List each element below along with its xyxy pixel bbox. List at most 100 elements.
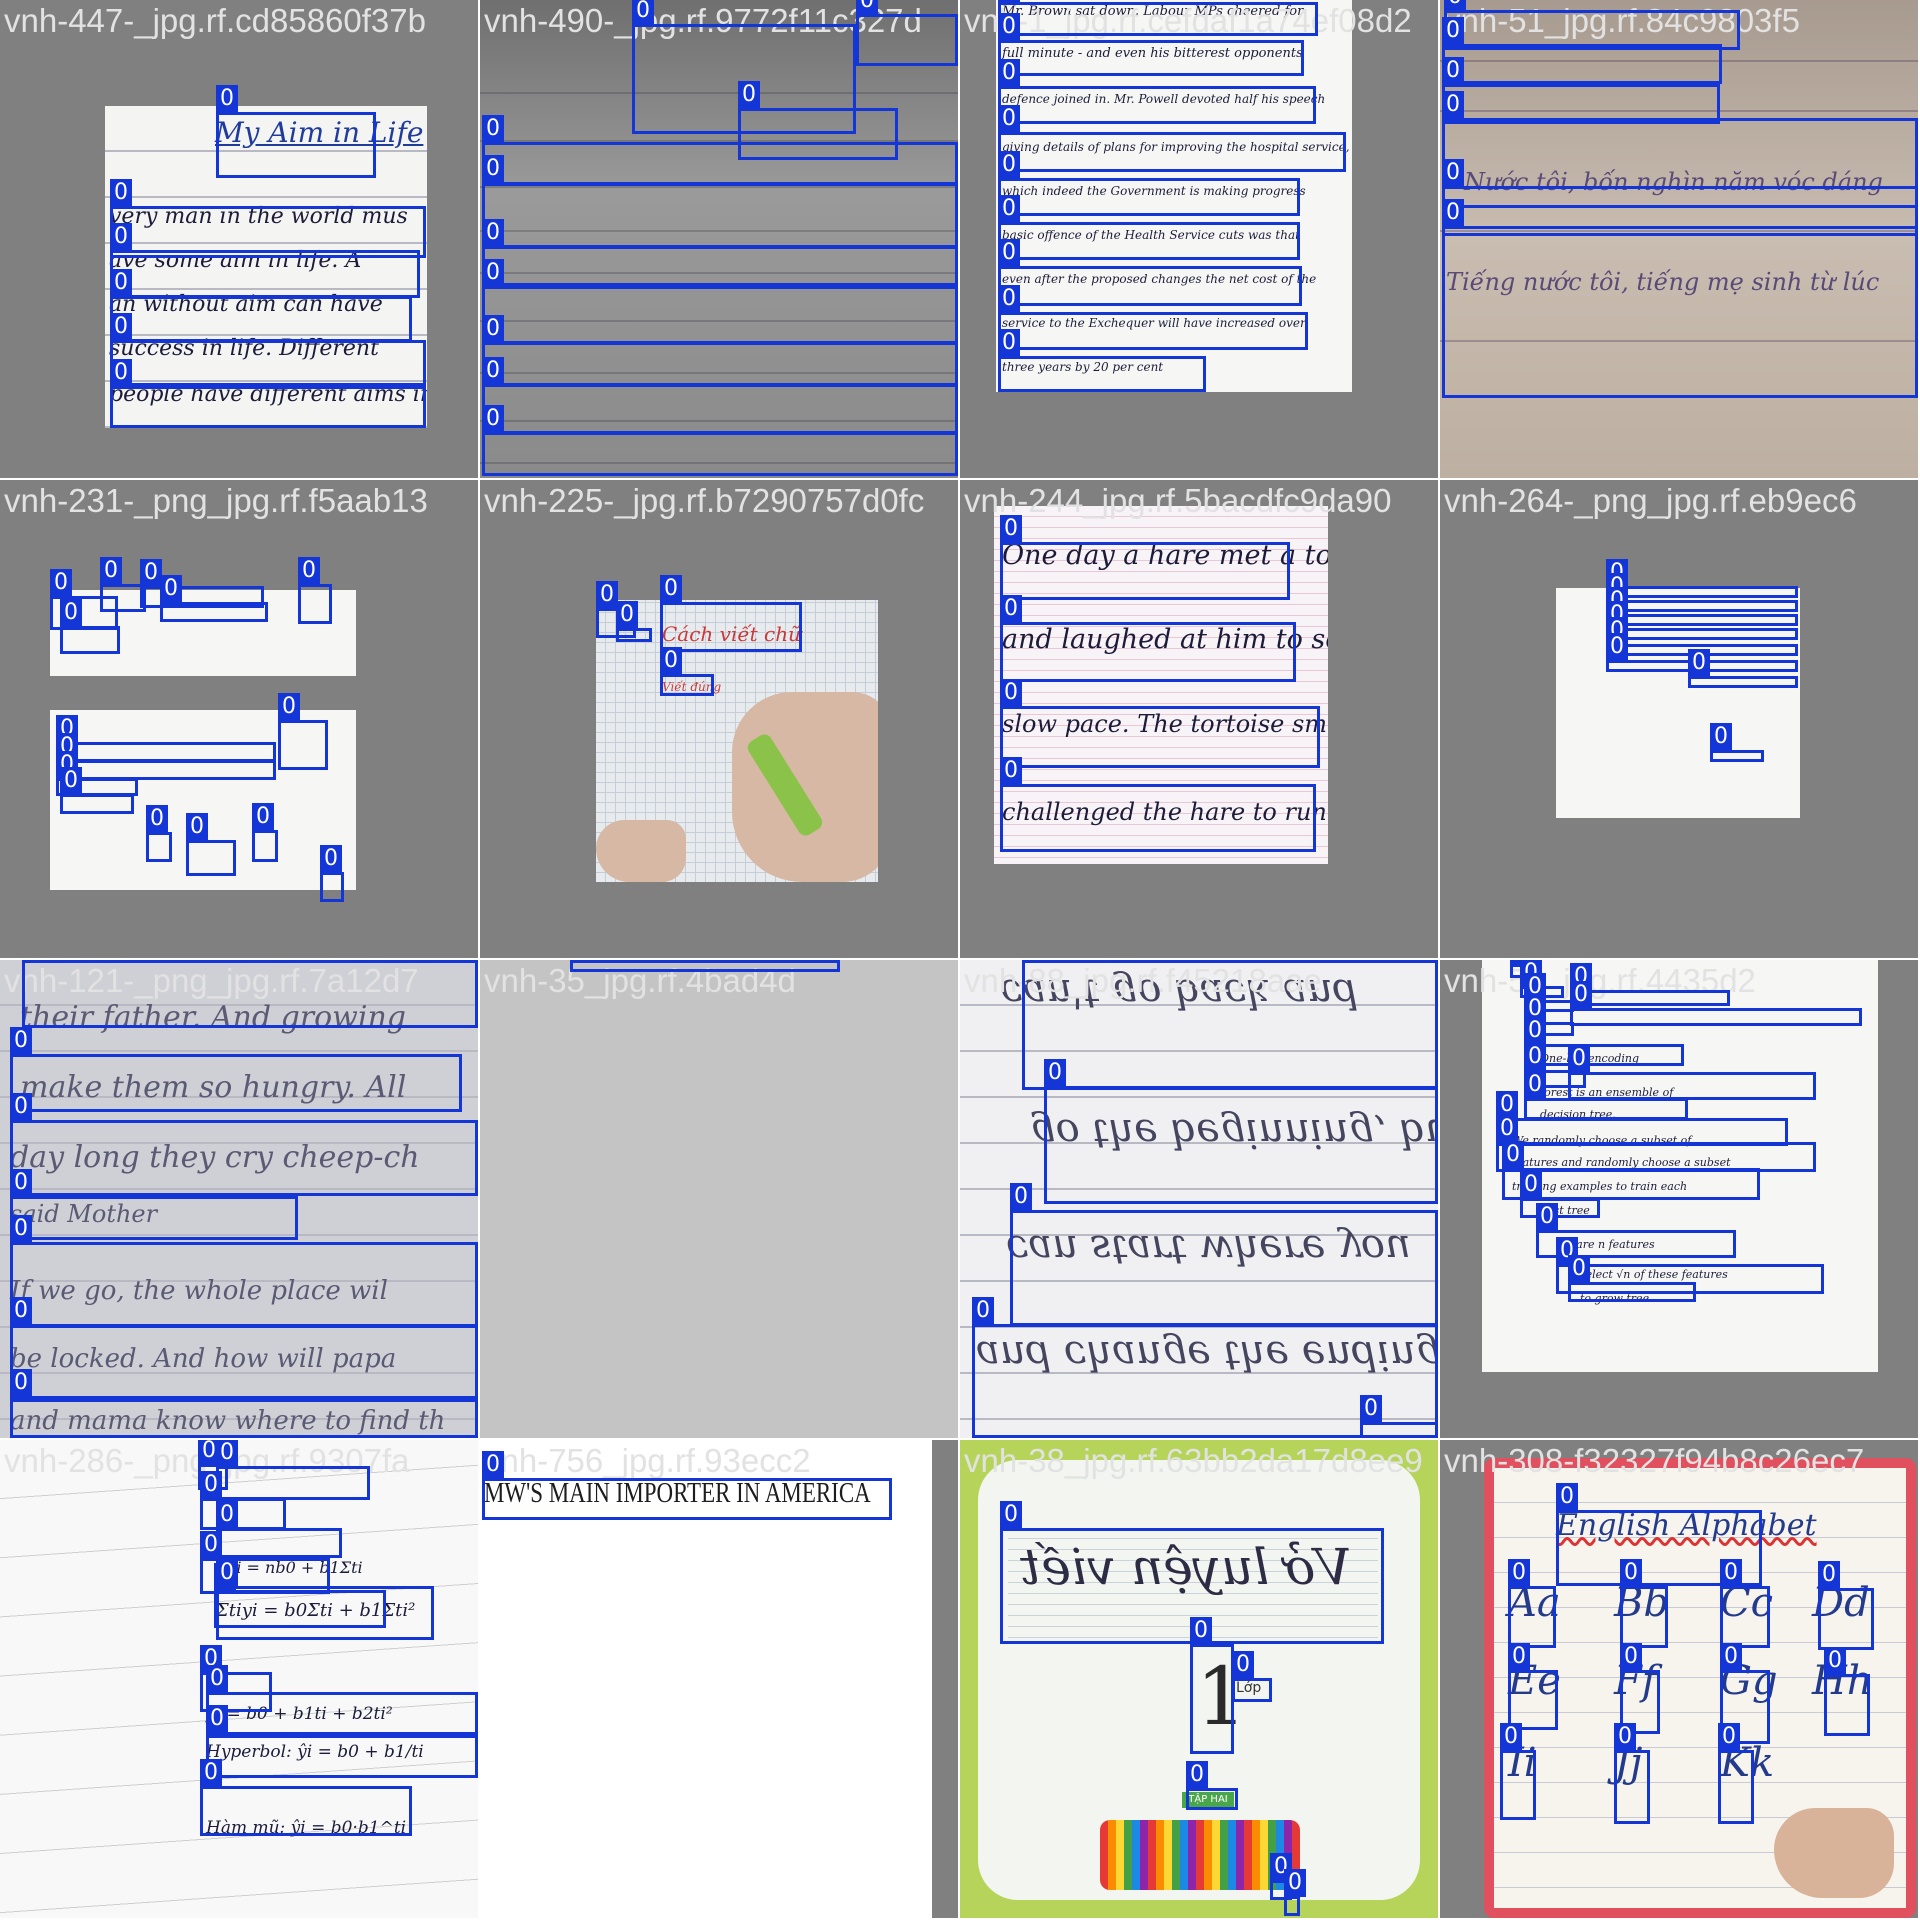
class-label: 0 [998,239,1020,267]
class-label: 0 [1718,1723,1740,1751]
class-label: 0 [1360,1395,1382,1423]
class-label: 0 [1442,91,1464,119]
class-label: 0 [100,557,122,585]
bounding-box: 0 [482,315,958,386]
bounding-box: 0 [10,1297,478,1402]
bounding-box: 0 [278,693,328,770]
class-label: 0 [660,647,682,675]
class-label: 0 [482,315,504,343]
bounding-box: 0 [1000,757,1316,852]
bounding-box: 0 [200,1759,412,1836]
bounding-box: 0 [10,1093,478,1196]
tile-filename: vnh-231-_png_jpg.rf.f5aab13 [4,482,428,519]
bounding-box: 0 [998,59,1316,124]
bounding-box: 0 [56,733,276,780]
class-label: 0 [1444,0,1466,11]
class-label: 0 [482,1451,504,1479]
class-label: 0 [1232,1651,1254,1679]
bounding-box: 0 [252,803,278,862]
tile-filename: vnh-308-f32327f94b8c26ec7 [1444,1442,1865,1479]
class-label: 0 [140,559,162,587]
bounding-box: 0 [216,85,376,178]
bounding-box: 0 [1620,1559,1668,1648]
class-label: 0 [252,803,274,831]
bounding-box: 0 [998,239,1302,306]
bounding-box: 0 [482,219,958,286]
class-label: 0 [10,1215,32,1243]
class-label: 0 [278,693,300,721]
class-label: 0 [1022,960,1044,961]
class-label: 0 [10,1369,32,1397]
tile-9: vnh-35_jpg.rf.4bad4d 0 [480,960,958,1438]
tile-filename: vnh-244_jpg.rf.5bacdfc9da90 [964,482,1392,519]
bounding-box: 0 [216,1440,370,1500]
class-label: 0 [216,85,238,113]
bounding-box: 0 [998,151,1300,216]
class-label: 0 [10,1093,32,1121]
class-label: 0 [998,285,1020,313]
class-label: 0 [998,0,1020,3]
bounding-box: 0 [1190,1617,1234,1754]
class-label: 0 [1524,1071,1546,1099]
class-label: 0 [200,1471,222,1499]
class-label: 0 [616,601,638,629]
bounding-box: 0 [160,575,268,622]
class-label: 0 [1442,159,1464,187]
bounding-box: 0 [110,313,426,386]
tile-7: vnh-264-_png_jpg.rf.eb9ec6 0 0 0 0 0 0 0… [1440,480,1918,958]
class-label: 0 [160,575,182,603]
bounding-box: 0 [1570,963,1730,1006]
class-label: 0 [298,557,320,585]
bounding-box: 0 [216,1559,434,1640]
class-label: 0 [1000,595,1022,623]
tile-filename: vnh-225-_jpg.rf.b7290757d0fc [484,482,925,519]
class-label: 0 [1524,1017,1546,1045]
class-label: 0 [1442,57,1464,85]
class-label: 0 [110,223,132,251]
tile-filename: vnh-264-_png_jpg.rf.eb9ec6 [1444,482,1857,519]
class-label: 0 [206,1665,228,1693]
bounding-box: 0 [1568,1045,1816,1100]
bounding-box: 0 [206,1705,478,1778]
bounding-box: 0 [1284,1869,1306,1916]
class-label: 0 [1818,1561,1840,1589]
class-label: 0 [1568,1255,1590,1283]
bounding-box: 0 [660,575,802,652]
class-label: 0 [998,105,1020,133]
bounding-box: 0 [110,269,412,342]
bounding-box: 0 [998,0,1318,36]
class-label: 0 [60,599,82,627]
tile-13: MW'S MAIN IMPORTER IN AMERICA vnh-756_jp… [480,1440,958,1918]
bounding-box: 0 [1824,1647,1870,1736]
bounding-box: 0 [482,357,958,434]
class-label: 0 [482,219,504,247]
bounding-box: 0 [186,813,236,876]
bounding-box: 0 [660,647,714,696]
bounding-box: 0 [570,960,840,972]
class-label: 0 [10,1169,32,1197]
bounding-box: 0 [1500,1723,1536,1820]
bounding-box: 0 [1232,1651,1272,1702]
bounding-box: 0 [998,195,1300,260]
tile-3: Nước tôi, bốn nghìn năm vóc dáng Tiếng n… [1440,0,1918,478]
class-label: 0 [1000,757,1022,785]
bounding-box: 0 [1044,1059,1438,1204]
bounding-box: 0 [1570,981,1862,1026]
class-label: 0 [1520,1171,1542,1199]
tile-10: can't go back and go the beginning, but … [960,960,1438,1438]
bounding-box: 0 [1000,515,1290,600]
class-label: 0 [1536,1203,1558,1231]
class-label: 0 [216,1501,238,1529]
class-label: 0 [1556,1483,1578,1511]
bounding-box: 0 [998,285,1308,350]
class-label: 0 [482,357,504,385]
class-label: 0 [110,269,132,297]
class-label: 0 [856,0,878,15]
bounding-box: 0 [10,1169,298,1240]
bounding-box: 0 [1508,1643,1558,1730]
bounding-box: 0 [110,359,426,428]
bounding-box: 0 [1508,1559,1556,1648]
class-label: 0 [660,575,682,603]
class-label: 0 [1570,981,1592,1009]
bounding-box: 0 [1710,723,1764,762]
